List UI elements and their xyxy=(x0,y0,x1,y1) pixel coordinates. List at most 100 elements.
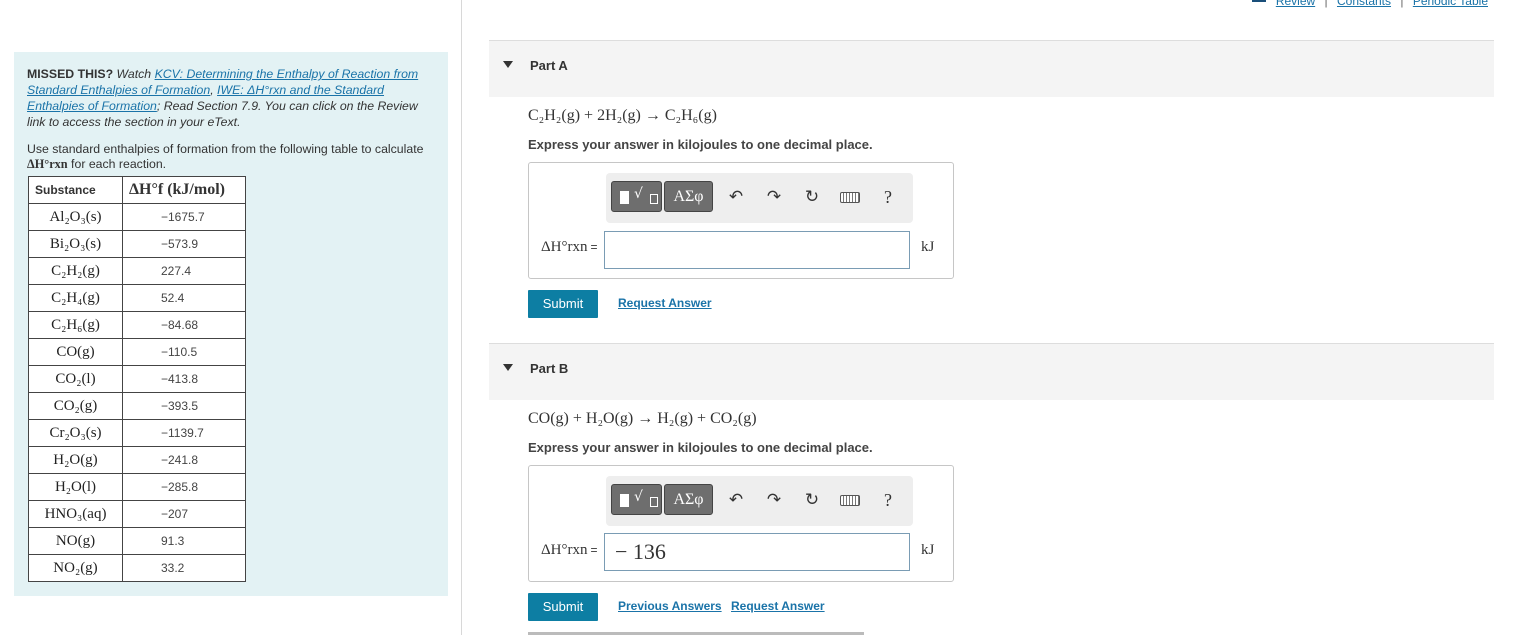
column-divider xyxy=(461,0,462,635)
substance-cell: H₂O(g) xyxy=(28,446,123,474)
table-row: NO(g) 91.3 xyxy=(28,527,246,555)
enthalpy-cell: −413.8 xyxy=(122,365,246,393)
enthalpy-cell: −110.5 xyxy=(122,338,246,366)
enthalpy-header: ΔH°f (kJ/mol) xyxy=(122,176,246,204)
instruction-text: Use standard enthalpies of formation fro… xyxy=(27,142,427,172)
part-a-answer-box: √ ΑΣφ ↶ ↷ ↻ ? ΔH°rxn = kJ xyxy=(528,162,954,279)
substance-cell: C₂H₆(g) xyxy=(28,311,123,339)
answer-input[interactable] xyxy=(604,231,910,269)
enthalpy-cell: −1675.7 xyxy=(122,203,246,231)
enthalpy-cell: −207 xyxy=(122,500,246,528)
reset-icon[interactable]: ↻ xyxy=(800,183,824,211)
substance-cell: C₂H₂(g) xyxy=(28,257,123,285)
greek-symbols-button[interactable]: ΑΣφ xyxy=(664,484,713,515)
enthalpy-table: Substance ΔH°f (kJ/mol) Al₂O₃(s) −1675.7 B… xyxy=(28,176,246,582)
enthalpy-cell: −241.8 xyxy=(122,446,246,474)
table-row: C₂H₄(g) 52.4 xyxy=(28,284,246,312)
redo-icon[interactable]: ↷ xyxy=(762,486,786,514)
template-square-icon xyxy=(620,191,629,204)
part-a-header[interactable]: Part A xyxy=(489,41,1494,97)
collapse-triangle-icon[interactable] xyxy=(503,61,513,68)
keyboard-icon[interactable] xyxy=(838,183,862,211)
table-body: Al₂O₃(s) −1675.7 Bi₂O₃(s) −573.9 C₂H₂(g) 227.… xyxy=(28,203,246,582)
reset-icon[interactable]: ↻ xyxy=(800,486,824,514)
part-b-label: Part B xyxy=(530,361,569,376)
help-icon[interactable]: ? xyxy=(876,486,900,514)
enthalpy-cell: −1139.7 xyxy=(122,419,246,447)
table-row: CO₂(g) −393.5 xyxy=(28,392,246,420)
watch-text: Watch xyxy=(113,67,155,81)
substance-cell: C₂H₄(g) xyxy=(28,284,123,312)
redo-icon[interactable]: ↷ xyxy=(762,183,786,211)
table-row: C₂H₂(g) 227.4 xyxy=(28,257,246,285)
enthalpy-cell: −285.8 xyxy=(122,473,246,501)
template-box-icon xyxy=(650,497,658,507)
collapse-triangle-icon[interactable] xyxy=(503,364,513,371)
part-b-previous-answers-link[interactable]: Previous Answers xyxy=(618,599,722,613)
instruction-post: for each reaction. xyxy=(67,157,167,171)
constants-link[interactable]: Constants xyxy=(1337,0,1391,8)
part-a-submit-button[interactable]: Submit xyxy=(528,290,598,318)
table-row: H₂O(l) −285.8 xyxy=(28,473,246,501)
help-icon[interactable]: ? xyxy=(876,183,900,211)
template-box-icon xyxy=(650,194,658,204)
part-b-header[interactable]: Part B xyxy=(489,344,1494,400)
undo-icon[interactable]: ↶ xyxy=(724,486,748,514)
greek-symbols-button[interactable]: ΑΣφ xyxy=(664,181,713,212)
substance-cell: Cr₂O₃(s) xyxy=(28,419,123,447)
enthalpy-cell: 91.3 xyxy=(122,527,246,555)
substance-cell: NO₂(g) xyxy=(28,554,123,582)
book-icon xyxy=(1252,0,1267,2)
part-b-submit-button[interactable]: Submit xyxy=(528,593,598,621)
enthalpy-cell: −573.9 xyxy=(122,230,246,258)
radical-icon: √ xyxy=(634,186,643,202)
part-a-label: Part A xyxy=(530,58,568,73)
table-row: C₂H₆(g) −84.68 xyxy=(28,311,246,339)
link-separator: | xyxy=(1324,0,1328,8)
table-row: H₂O(g) −241.8 xyxy=(28,446,246,474)
templates-button[interactable]: √ xyxy=(611,181,662,212)
periodic-table-link[interactable]: Periodic Table xyxy=(1413,0,1488,8)
math-toolbar: √ ΑΣφ ↶ ↷ ↻ ? xyxy=(606,173,913,223)
info-panel: MISSED THIS? Watch KCV: Determining the … xyxy=(14,52,448,596)
delta-h-symbol: ΔH°rxn xyxy=(541,542,588,558)
enthalpy-cell: −84.68 xyxy=(122,311,246,339)
answer-input[interactable]: − 136 xyxy=(604,533,910,571)
enthalpy-cell: 33.2 xyxy=(122,554,246,582)
enthalpy-cell: 227.4 xyxy=(122,257,246,285)
math-toolbar: √ ΑΣφ ↶ ↷ ↻ ? xyxy=(606,476,913,526)
delta-h-symbol: ΔH°rxn xyxy=(541,239,588,255)
delta-h-label: ΔH°rxn = xyxy=(541,239,598,256)
substance-cell: Bi₂O₃(s) xyxy=(28,230,123,258)
substance-cell: CO(g) xyxy=(28,338,123,366)
link-separator: | xyxy=(1400,0,1404,8)
delta-h-label: ΔH°rxn = xyxy=(541,542,598,559)
part-b-request-answer-link[interactable]: Request Answer xyxy=(731,599,825,613)
table-header-row: Substance ΔH°f (kJ/mol) xyxy=(28,176,246,204)
equals-sign: = xyxy=(590,240,598,254)
substance-cell: CO₂(g) xyxy=(28,392,123,420)
keyboard-icon[interactable] xyxy=(838,486,862,514)
table-row: HNO₃(aq) −207 xyxy=(28,500,246,528)
missed-this-text: MISSED THIS? Watch KCV: Determining the … xyxy=(27,66,439,130)
enthalpy-cell: 52.4 xyxy=(122,284,246,312)
radical-icon: √ xyxy=(634,489,643,505)
part-a-request-answer-link[interactable]: Request Answer xyxy=(618,296,712,310)
table-row: Cr₂O₃(s) −1139.7 xyxy=(28,419,246,447)
table-row: CO₂(l) −413.8 xyxy=(28,365,246,393)
substance-header: Substance xyxy=(28,176,123,204)
enthalpy-cell: −393.5 xyxy=(122,392,246,420)
unit-label: kJ xyxy=(921,542,935,558)
template-square-icon xyxy=(620,494,629,507)
substance-cell: NO(g) xyxy=(28,527,123,555)
undo-icon[interactable]: ↶ xyxy=(724,183,748,211)
instruction-pre: Use standard enthalpies of formation fro… xyxy=(27,142,424,156)
part-b-equation: CO(g) + H₂O(g) → H₂(g) + CO₂(g) xyxy=(528,410,757,427)
review-link[interactable]: Review xyxy=(1276,0,1315,8)
part-a-equation: C₂H₂(g) + 2H₂(g) → C₂H₆(g) xyxy=(528,107,717,124)
substance-cell: H₂O(l) xyxy=(28,473,123,501)
table-row: Al₂O₃(s) −1675.7 xyxy=(28,203,246,231)
substance-cell: Al₂O₃(s) xyxy=(28,203,123,231)
substance-cell: CO₂(l) xyxy=(28,365,123,393)
templates-button[interactable]: √ xyxy=(611,484,662,515)
